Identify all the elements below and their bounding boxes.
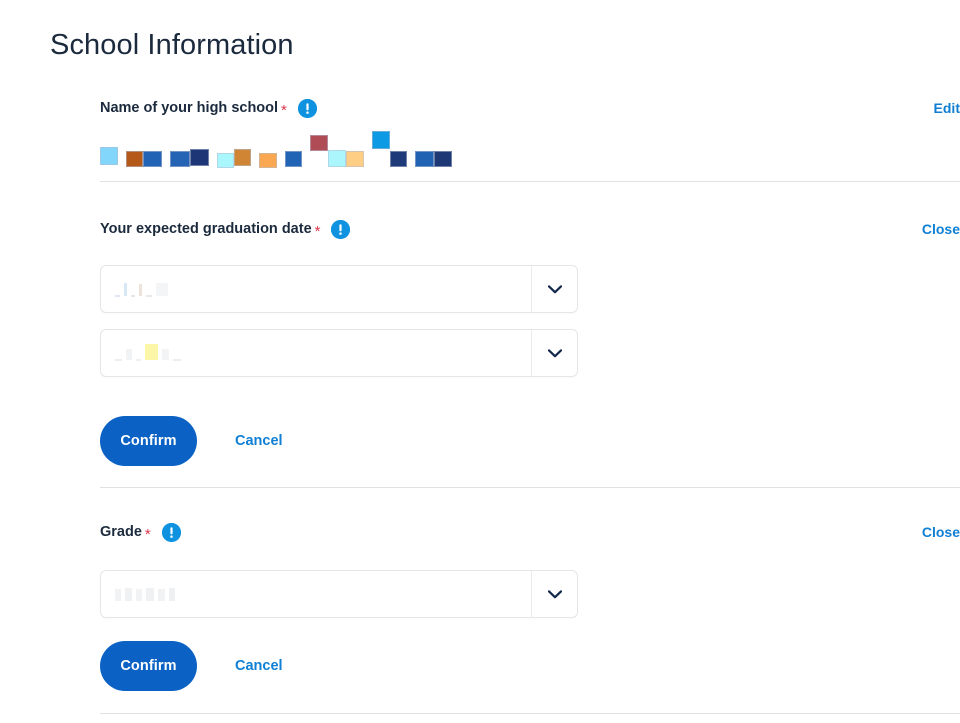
placeholder-ghost-mark bbox=[146, 295, 152, 297]
placeholder-ghost-mark bbox=[136, 359, 141, 361]
info-exclamation-icon[interactable] bbox=[297, 98, 317, 118]
placeholder-ghost-mark bbox=[156, 282, 168, 296]
redacted-block bbox=[310, 135, 328, 151]
redacted-block bbox=[415, 151, 434, 167]
divider bbox=[100, 487, 960, 488]
redacted-block bbox=[170, 151, 190, 167]
graduation-year-select[interactable] bbox=[100, 265, 578, 313]
school-name-value-redacted bbox=[100, 131, 520, 168]
redacted-word bbox=[259, 146, 277, 168]
grade-actions: Confirm Cancel bbox=[100, 641, 283, 691]
close-link[interactable]: Close bbox=[922, 524, 960, 540]
redacted-block bbox=[259, 153, 277, 168]
info-exclamation-icon[interactable] bbox=[161, 522, 181, 542]
redacted-word bbox=[372, 131, 407, 167]
placeholder-ghost-mark bbox=[115, 295, 120, 297]
graduation-month-select-value bbox=[101, 330, 531, 376]
graduation-date-label: Your expected graduation date bbox=[100, 221, 312, 237]
required-asterisk: * bbox=[314, 222, 321, 240]
placeholder-ghost-mark bbox=[115, 359, 122, 361]
school-information-page: School Information Name of your high sch… bbox=[0, 0, 960, 723]
redacted-block bbox=[328, 150, 346, 167]
divider bbox=[100, 181, 960, 182]
school-name-field-header: Name of your high school * Edit bbox=[100, 98, 960, 118]
redacted-block bbox=[285, 151, 302, 167]
graduation-date-field-header: Your expected graduation date * Close bbox=[100, 219, 960, 239]
redacted-block bbox=[372, 131, 390, 149]
placeholder-ghost-mark bbox=[126, 348, 132, 360]
placeholder-ghost-mark bbox=[146, 587, 154, 601]
school-name-label: Name of your high school bbox=[100, 100, 279, 116]
redacted-block bbox=[234, 149, 251, 166]
confirm-button[interactable]: Confirm bbox=[100, 641, 197, 691]
chevron-down-icon[interactable] bbox=[532, 266, 577, 312]
redacted-word bbox=[100, 143, 118, 165]
grade-select-value bbox=[101, 571, 531, 617]
placeholder-ghost-mark bbox=[139, 284, 142, 296]
chevron-down-icon[interactable] bbox=[532, 571, 577, 617]
redacted-block bbox=[143, 151, 162, 167]
redacted-word bbox=[285, 145, 302, 167]
grade-field-header: Grade * Close bbox=[100, 522, 960, 542]
placeholder-ghost-mark bbox=[145, 344, 158, 360]
redacted-block bbox=[100, 147, 118, 165]
divider bbox=[100, 713, 960, 714]
placeholder-ghost-mark bbox=[158, 589, 165, 601]
confirm-button[interactable]: Confirm bbox=[100, 416, 197, 466]
required-asterisk: * bbox=[281, 101, 287, 119]
redacted-word bbox=[170, 144, 209, 167]
placeholder-ghost-mark bbox=[124, 282, 127, 296]
placeholder-ghost-mark bbox=[169, 587, 175, 601]
redacted-block bbox=[346, 151, 364, 167]
placeholder-ghost-mark bbox=[173, 359, 181, 361]
cancel-button[interactable]: Cancel bbox=[235, 433, 283, 449]
cancel-button[interactable]: Cancel bbox=[235, 658, 283, 674]
placeholder-ghost-mark bbox=[115, 589, 121, 601]
placeholder-ghost-mark bbox=[125, 587, 132, 601]
grade-label: Grade bbox=[100, 524, 142, 540]
placeholder-ghost-mark bbox=[162, 348, 169, 360]
placeholder-ghost-mark bbox=[131, 295, 135, 297]
graduation-month-select[interactable] bbox=[100, 329, 578, 377]
grade-select[interactable] bbox=[100, 570, 578, 618]
graduation-year-select-value bbox=[101, 266, 531, 312]
redacted-word bbox=[415, 145, 452, 167]
graduation-date-actions: Confirm Cancel bbox=[100, 416, 283, 466]
redacted-word bbox=[126, 145, 162, 167]
redacted-block bbox=[126, 151, 143, 167]
redacted-word bbox=[217, 144, 251, 168]
info-exclamation-icon[interactable] bbox=[331, 219, 351, 239]
redacted-block bbox=[190, 149, 209, 166]
redacted-block bbox=[390, 151, 407, 167]
chevron-down-icon[interactable] bbox=[532, 330, 577, 376]
redacted-block bbox=[217, 153, 234, 168]
redacted-word bbox=[310, 135, 364, 167]
edit-link[interactable]: Edit bbox=[934, 100, 960, 116]
placeholder-ghost-mark bbox=[136, 589, 142, 601]
close-link[interactable]: Close bbox=[922, 221, 960, 237]
required-asterisk: * bbox=[144, 525, 151, 543]
redacted-block bbox=[434, 151, 452, 167]
page-title: School Information bbox=[50, 29, 294, 61]
